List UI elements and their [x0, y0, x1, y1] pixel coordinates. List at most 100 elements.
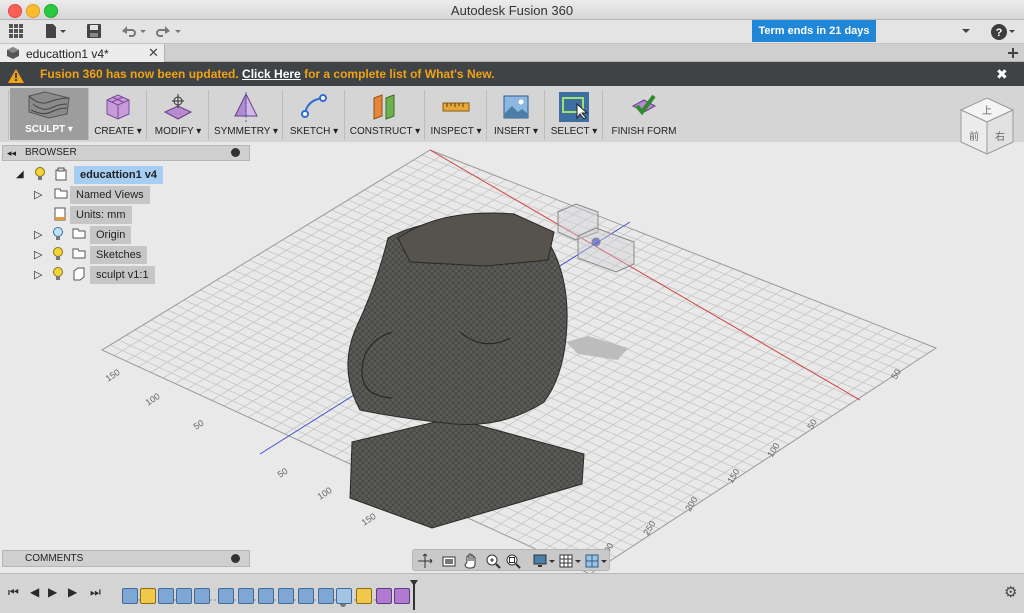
timeline-marker[interactable] [410, 580, 418, 610]
expand-arrow-icon[interactable]: ▷ [34, 226, 42, 244]
zoom-icon[interactable] [485, 553, 501, 569]
undo-icon[interactable] [118, 23, 148, 41]
close-tab-icon[interactable]: ✕ [148, 45, 159, 61]
save-icon[interactable] [86, 23, 102, 41]
visibility-bulb-icon[interactable] [52, 227, 64, 245]
viewports-icon[interactable] [585, 553, 609, 569]
add-comment-icon[interactable] [231, 554, 240, 563]
timeline-feature-icon[interactable] [194, 588, 210, 604]
component-icon [54, 167, 68, 185]
display-settings-icon[interactable] [533, 553, 557, 569]
toolbar-label-insert: INSERT ▾ [493, 126, 539, 137]
workspace-sculpt[interactable]: SCULPT ▾ [10, 88, 89, 140]
toolbar-label-sketch: SKETCH ▾ [289, 126, 339, 137]
timeline-feature-icon[interactable] [278, 588, 294, 604]
view-cube-right-label: 右 [995, 130, 1005, 143]
timeline-feature-icon[interactable] [318, 588, 334, 604]
banner-message: Fusion 360 has now been updated. Click H… [40, 62, 495, 86]
toolbar-label-sculpt: SCULPT ▾ [25, 124, 73, 135]
redo-icon[interactable] [154, 23, 184, 41]
toolbar-select[interactable]: SELECT ▾ [546, 90, 603, 140]
account-dropdown-icon[interactable] [960, 23, 972, 41]
banner-link[interactable]: Click Here [242, 67, 301, 81]
browser-item[interactable]: Origin [90, 226, 132, 244]
toolbar-construct[interactable]: CONSTRUCT ▾ [346, 90, 425, 140]
toolbar-grip[interactable] [0, 90, 9, 140]
browser-item[interactable]: Units: mm [70, 206, 132, 224]
browser-options-icon[interactable] [231, 148, 240, 157]
view-cube-top-label: 上 [982, 105, 992, 117]
app-grid-icon[interactable] [8, 23, 24, 41]
timeline-play-icon[interactable]: ▶ [48, 585, 57, 599]
timeline-track[interactable] [118, 578, 416, 608]
browser-item[interactable]: Sketches [90, 246, 148, 264]
view-cube[interactable]: 上 前 右 [958, 96, 1016, 158]
svg-text:?: ? [996, 27, 1003, 39]
visibility-bulb-icon[interactable] [52, 247, 64, 265]
collapse-arrow-icon[interactable]: ◢ [16, 166, 24, 184]
toolbar-modify[interactable]: MODIFY ▾ [148, 90, 209, 140]
toolbar-sketch[interactable]: SKETCH ▾ [284, 90, 345, 140]
toolbar-insert[interactable]: INSERT ▾ [488, 90, 545, 140]
finish-form-check-icon [631, 94, 657, 116]
grid-settings-icon[interactable] [559, 553, 583, 569]
browser-panel-header[interactable]: ◂◂ BROWSER [2, 145, 250, 161]
sculpt-model[interactable] [347, 212, 585, 529]
timeline-feature-icon[interactable] [122, 588, 138, 604]
navigation-bar [412, 549, 610, 571]
timeline-feature-icon[interactable] [356, 588, 372, 604]
comments-title: COMMENTS [25, 553, 84, 564]
timeline-feature-icon[interactable] [298, 588, 314, 604]
document-tab[interactable]: educattion1 v4* ✕ [0, 44, 165, 62]
timeline-feature-icon[interactable] [140, 588, 156, 604]
comments-panel-header[interactable]: COMMENTS [2, 550, 250, 567]
toolbar-label-finish-form: FINISH FORM [611, 126, 677, 137]
toolbar-create[interactable]: CREATE ▾ [90, 90, 147, 140]
banner-text-after: for a complete list of What's New. [300, 67, 495, 81]
timeline-feature-icon[interactable] [376, 588, 392, 604]
pan-hand-icon[interactable] [463, 553, 479, 569]
toolbar-symmetry[interactable]: SYMMETRY ▾ [210, 90, 283, 140]
timeline-previous-icon[interactable]: ◀ [30, 585, 39, 599]
view-cube-front-label: 前 [969, 130, 979, 143]
file-menu-icon[interactable] [44, 23, 68, 41]
timeline-settings-gear-icon[interactable]: ⚙ [1004, 583, 1017, 601]
update-banner: Fusion 360 has now been updated. Click H… [0, 62, 1024, 86]
look-at-icon[interactable] [441, 553, 457, 569]
orbit-move-icon[interactable] [417, 553, 433, 569]
new-tab-icon[interactable] [1006, 46, 1020, 63]
expand-arrow-icon[interactable]: ▷ [34, 266, 42, 284]
browser-item[interactable]: Named Views [70, 186, 150, 204]
timeline-start-icon[interactable]: ⏮ [8, 585, 19, 600]
toolbar-inspect[interactable]: INSPECT ▾ [426, 90, 487, 140]
browser-item[interactable]: sculpt v1:1 [90, 266, 155, 284]
timeline-feature-icon[interactable] [336, 588, 352, 604]
browser-root-item[interactable]: educattion1 v4 [74, 166, 164, 184]
timeline-end-icon[interactable]: ⏭ [90, 585, 101, 600]
help-icon[interactable]: ? [990, 23, 1016, 41]
window-title: Autodesk Fusion 360 [450, 3, 574, 18]
timeline-feature-icon[interactable] [238, 588, 254, 604]
timeline-feature-icon[interactable] [258, 588, 274, 604]
modify-icon [163, 94, 193, 120]
symmetry-icon [234, 92, 258, 122]
fit-window-icon[interactable] [505, 553, 521, 569]
toolbar-finish-form[interactable]: FINISH FORM [604, 90, 684, 140]
timeline-feature-icon[interactable] [218, 588, 234, 604]
toolbar-label-modify: MODIFY ▾ [154, 126, 202, 137]
visibility-bulb-icon[interactable] [34, 167, 46, 185]
timeline-feature-icon[interactable] [394, 588, 410, 604]
expand-arrow-icon[interactable]: ▷ [34, 186, 42, 204]
inspect-measure-icon [442, 102, 470, 112]
timeline-next-icon[interactable]: ▶ [68, 585, 77, 599]
term-badge[interactable]: Term ends in 21 days [752, 20, 876, 42]
expand-arrow-icon[interactable]: ▷ [34, 246, 42, 264]
create-box-icon [106, 94, 130, 120]
timeline-feature-icon[interactable] [176, 588, 192, 604]
visibility-bulb-icon[interactable] [52, 267, 64, 285]
collapse-browser-icon[interactable]: ◂◂ [7, 146, 16, 160]
timeline-bar: ⏮ ◀ ▶ ▶ ⏭ ⚙ [0, 573, 1024, 613]
timeline-feature-icon[interactable] [158, 588, 174, 604]
ribbon-toolbar: SCULPT ▾ CREATE ▾ MODIFY ▾ SYMMETRY ▾ SK… [0, 86, 1024, 142]
close-banner-icon[interactable]: ✖ [996, 62, 1008, 86]
